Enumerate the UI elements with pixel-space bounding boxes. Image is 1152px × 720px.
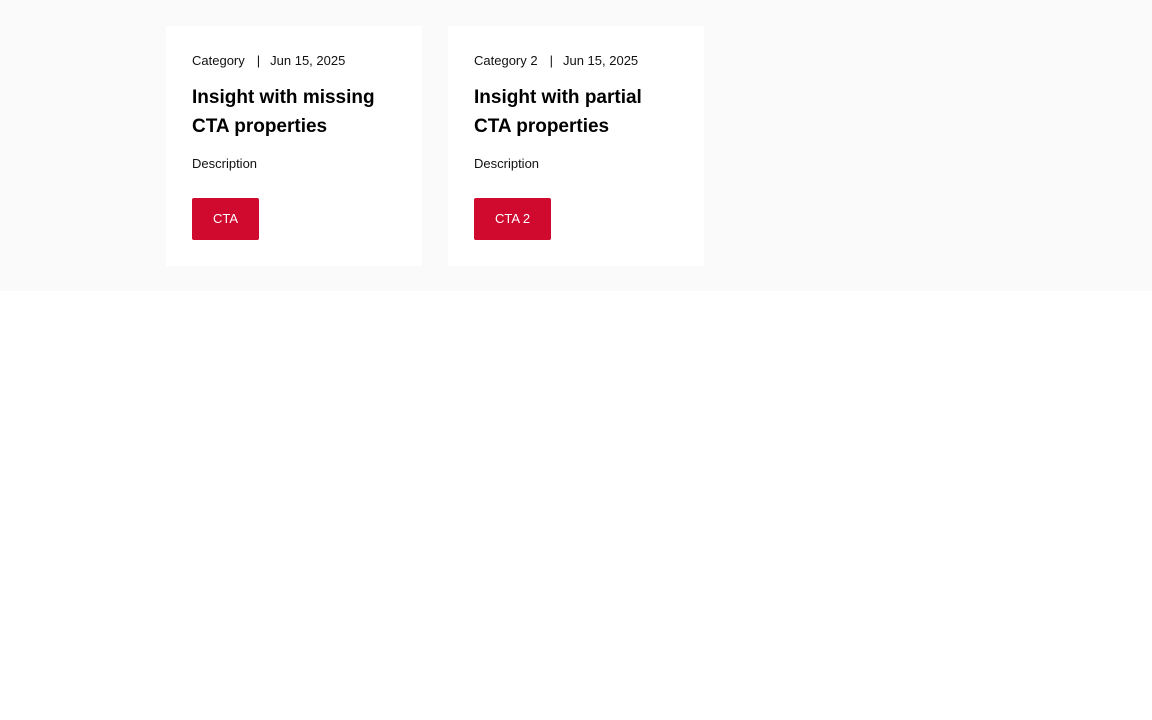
cta-button[interactable]: CTA — [192, 198, 260, 240]
cta-2-button[interactable]: CTA 2 — [474, 198, 552, 240]
card-title: Insight with missing CTA properties — [192, 87, 375, 137]
meta-separator: | — [256, 53, 261, 68]
card-description: Description — [474, 156, 540, 171]
card-meta: Category 2 | Jun 15, 2025 — [474, 53, 638, 69]
card-description: Description — [192, 156, 258, 171]
card-title: Insight with partial CTA properties — [474, 87, 642, 137]
insight-card: Category | Jun 15, 2025 Insight with missi… — [166, 26, 422, 266]
card-meta: Category | Jun 15, 2025 — [192, 53, 345, 69]
insight-card: Category 2 | Jun 15, 2025 Insight with par… — [448, 26, 704, 266]
insights-band: Category | Jun 15, 2025 Insight with missi… — [0, 0, 1152, 291]
card-category: Category 2 — [474, 53, 538, 68]
card-date: Jun 15, 2025 — [270, 53, 346, 68]
meta-separator: | — [549, 53, 553, 68]
card-date: Jun 15, 2025 — [562, 53, 639, 68]
card-category: Category — [192, 53, 245, 68]
